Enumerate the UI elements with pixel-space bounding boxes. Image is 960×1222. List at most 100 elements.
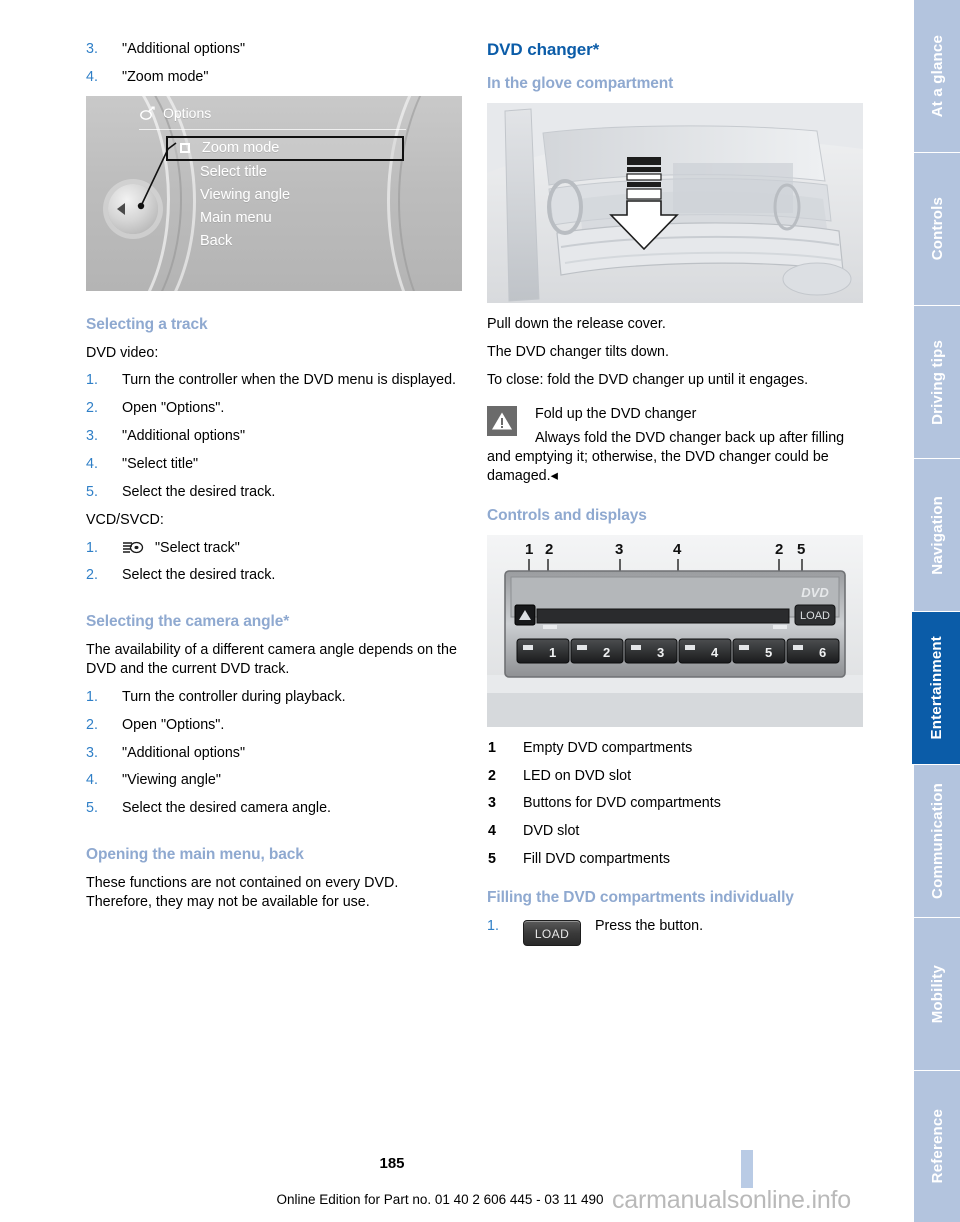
tab-reference[interactable]: Reference — [914, 1071, 960, 1222]
step-text: Turn the controller when the DVD menu is… — [122, 372, 457, 389]
step-item: 1. LOAD Press the button. — [487, 917, 863, 946]
step-item: 2. Open "Options". — [86, 716, 462, 735]
tab-at-a-glance[interactable]: At a glance — [914, 0, 960, 152]
idrive-menu: Zoom mode Select title Viewing angle Mai… — [166, 135, 404, 253]
idrive-menu-item-label: Select title — [200, 163, 267, 180]
idrive-options-screenshot: Options Zoom mode Select title Viewing a… — [86, 95, 462, 291]
legend-number: 3 — [488, 795, 496, 812]
step-number: 1. — [487, 917, 499, 934]
step-number: 4. — [86, 68, 98, 85]
legend-item: 2 LED on DVD slot — [487, 767, 863, 786]
vcd-svcd-steps-list: 1. "Select track" 2. Select the desired … — [86, 539, 462, 586]
step-text: "Viewing angle" — [122, 772, 221, 789]
idrive-title-divider — [139, 128, 406, 130]
warning-title: Fold up the DVD changer — [535, 406, 697, 423]
step-text: "Additional options" — [122, 41, 246, 57]
load-button-label: LOAD — [800, 610, 830, 622]
text-dvd-video-label: DVD video: — [86, 344, 159, 361]
camera-angle-steps-list: 1. Turn the controller during playback. … — [86, 688, 462, 818]
tab-mobility[interactable]: Mobility — [914, 918, 960, 1070]
callout-number: 2 — [775, 541, 783, 558]
legend-item: 1 Empty DVD compartments — [487, 739, 863, 758]
step-number: 1. — [86, 372, 98, 389]
idrive-menu-item-label: Zoom mode — [202, 139, 280, 156]
step-text: Turn the controller during playback. — [122, 688, 346, 705]
idrive-menu-item-label: Viewing angle — [200, 186, 291, 203]
step-number: 5. — [86, 483, 98, 500]
heading-selecting-camera-angle: Selecting the camera angle* — [86, 613, 290, 631]
tab-communication[interactable]: Communication — [914, 765, 960, 917]
warning-block: Fold up the DVD changer Always fold the … — [487, 405, 863, 485]
tab-label: Communication — [928, 783, 946, 899]
legend-item: 3 Buttons for DVD compartments — [487, 794, 863, 813]
step-text: Select the desired track. — [122, 483, 276, 500]
step-item: 4. "Select title" — [86, 455, 462, 474]
text-main-menu-back: These functions are not contained on eve… — [86, 874, 399, 910]
legend-text: Fill DVD compartments — [523, 851, 670, 868]
heading-in-the-glove-compartment: In the glove compartment — [487, 75, 674, 92]
heading-opening-main-menu-back: Opening the main menu, back — [86, 846, 304, 864]
left-arrow-icon — [117, 202, 125, 215]
step-number: 1. — [86, 688, 98, 705]
tab-controls[interactable]: Controls — [914, 153, 960, 305]
tab-label: Navigation — [928, 495, 946, 575]
step-text: Select the desired track. — [122, 567, 276, 584]
step-number: 3. — [86, 428, 98, 445]
warning-triangle-icon — [487, 406, 517, 437]
filling-steps-list: 1. LOAD Press the button. — [487, 917, 863, 946]
tab-label: Controls — [928, 197, 946, 261]
tab-label: Driving tips — [928, 339, 946, 425]
callout-number: 4 — [673, 541, 682, 558]
heading-controls-and-displays: Controls and displays — [487, 506, 647, 524]
idrive-menu-item-main-menu[interactable]: Main menu — [172, 207, 404, 230]
step-item: 3. "Additional options" — [86, 744, 462, 763]
tab-label: At a glance — [928, 34, 946, 118]
idrive-menu-item-zoom-mode[interactable]: Zoom mode — [166, 135, 404, 161]
step-number: 4. — [86, 455, 98, 472]
section-tab-rail: At a glance Controls Driving tips Naviga… — [900, 0, 960, 1222]
step-number: 2. — [86, 400, 98, 417]
compartment-button-label: 3 — [657, 645, 664, 660]
idrive-titlebar: Options — [139, 104, 444, 130]
idrive-menu-item-label: Main menu — [200, 209, 272, 226]
step-number: 2. — [86, 567, 98, 584]
step-text: Select the desired camera angle. — [122, 800, 332, 817]
step-text: "Zoom mode" — [122, 68, 209, 85]
idrive-controller-knob — [108, 183, 158, 234]
load-button-icon[interactable]: LOAD — [523, 919, 581, 946]
text-camera-angle-intro: The availability of a different camera a… — [86, 642, 457, 677]
step-text: "Additional options" — [122, 744, 246, 761]
tab-navigation[interactable]: Navigation — [914, 459, 960, 611]
tab-label: Reference — [928, 1109, 946, 1184]
page-title: DVD changer* — [487, 40, 600, 59]
manual-page: 3. "Additional options" 4. "Zoom mode" O… — [0, 0, 960, 1222]
text-pull-down-release-cover: Pull down the release cover. — [487, 315, 666, 332]
step-text: "Additional options" — [122, 428, 246, 445]
heading-filling-dvd-compartments: Filling the DVD compartments individuall… — [487, 888, 794, 906]
callout-number: 5 — [797, 541, 805, 558]
step-item: 5. Select the desired camera angle. — [86, 799, 462, 818]
step-item: 1. Turn the controller when the DVD menu… — [86, 371, 462, 390]
step-text: "Select track" — [154, 539, 240, 556]
step-item: 2. Select the desired track. — [86, 566, 462, 585]
idrive-menu-item-select-title[interactable]: Select title — [172, 161, 404, 184]
compartment-button-label: 1 — [549, 645, 556, 660]
tab-driving-tips[interactable]: Driving tips — [914, 306, 960, 458]
warning-end-mark: ◂ — [550, 467, 558, 484]
step-item: 3. "Additional options" — [86, 40, 462, 59]
idrive-menu-item-back[interactable]: Back — [172, 230, 404, 253]
tab-label: Entertainment — [927, 636, 945, 740]
heading-selecting-a-track: Selecting a track — [86, 315, 208, 333]
dvd-changer-front-panel-illustration: 1 2 3 4 2 5 LOAD DVD 1 2 3 4 5 6 — [487, 534, 863, 727]
idrive-menu-item-viewing-angle[interactable]: Viewing angle — [172, 184, 404, 207]
legend-text: LED on DVD slot — [523, 767, 632, 784]
step-item: 3. "Additional options" — [86, 427, 462, 446]
idrive-menu-item-label: Back — [200, 232, 233, 249]
compartment-button-label: 6 — [819, 645, 826, 660]
tab-entertainment[interactable]: Entertainment — [912, 612, 960, 764]
step-item: 4. "Zoom mode" — [86, 68, 462, 87]
step-item: 1. "Select track" — [86, 539, 462, 558]
legend-number: 1 — [488, 739, 496, 756]
tab-label: Mobility — [928, 964, 946, 1024]
